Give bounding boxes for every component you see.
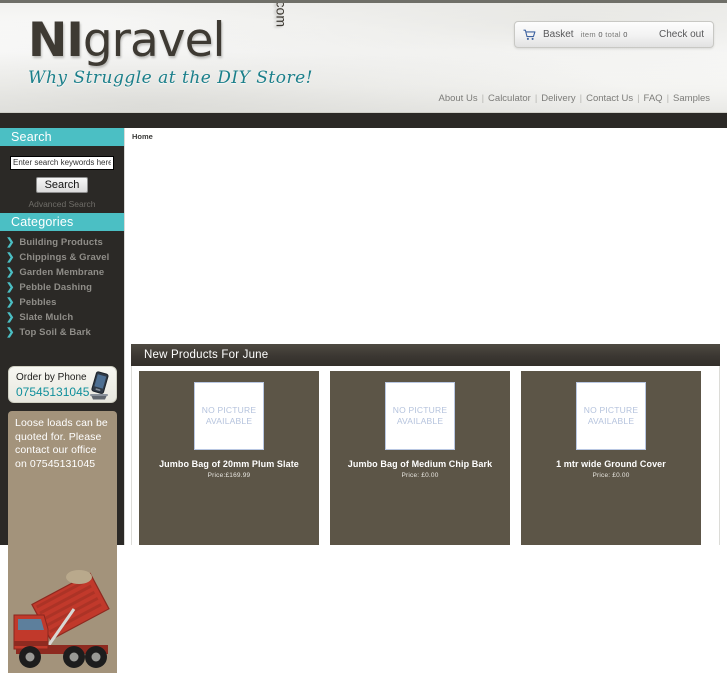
nav-link-calculator[interactable]: Calculator xyxy=(485,93,534,104)
sidebar-item-top-soil-bark[interactable]: ❯ Top Soil & Bark xyxy=(0,325,124,340)
sidebar-item-pebble-dashing[interactable]: ❯ Pebble Dashing xyxy=(0,280,124,295)
categories-panel: Categories ❯ Building Products ❯ Chippin… xyxy=(0,213,124,340)
order-by-phone-text: Order by Phone 07545131045 xyxy=(16,372,89,399)
logo-text-gravel: gravel xyxy=(82,13,226,68)
category-label[interactable]: Building Products xyxy=(19,237,103,248)
no-picture-line-2: AVAILABLE xyxy=(396,416,444,426)
product-card[interactable]: NO PICTURE AVAILABLE Jumbo Bag of Medium… xyxy=(330,371,510,545)
order-by-phone-number: 07545131045 xyxy=(16,385,90,399)
sidebar-item-pebbles[interactable]: ❯ Pebbles xyxy=(0,295,124,310)
loose-loads-text: Loose loads can be quoted for. Please co… xyxy=(15,417,108,470)
no-picture-placeholder: NO PICTURE AVAILABLE xyxy=(194,382,264,450)
search-panel-title: Search xyxy=(0,128,124,146)
logo-text-dotcom: .com xyxy=(273,0,289,27)
no-picture-line-1: NO PICTURE xyxy=(201,405,257,415)
nav-separator: | xyxy=(637,93,640,104)
categories-panel-title: Categories xyxy=(0,213,124,231)
basket-item-count: 0 xyxy=(598,30,603,39)
shopping-cart-icon xyxy=(523,29,536,41)
sidebar-item-slate-mulch[interactable]: ❯ Slate Mulch xyxy=(0,310,124,325)
basket-bar[interactable]: Basket item 0 total 0 Check out xyxy=(514,21,714,48)
chevron-right-icon: ❯ xyxy=(6,326,15,338)
no-picture-placeholder: NO PICTURE AVAILABLE xyxy=(385,382,455,450)
category-label[interactable]: Garden Membrane xyxy=(19,267,104,278)
new-products-title: New Products For June xyxy=(131,344,720,366)
basket-total-value: 0 xyxy=(623,30,628,39)
search-panel-body: Search Advanced Search xyxy=(0,146,124,217)
no-picture-line-2: AVAILABLE xyxy=(205,416,253,426)
product-price: Price: £0.00 xyxy=(401,472,439,479)
basket-label: Basket xyxy=(543,29,574,40)
search-panel: Search Search Advanced Search xyxy=(0,128,124,217)
page-root: NIgravel .com Why Struggle at the DIY St… xyxy=(0,0,727,673)
no-picture-line-1: NO PICTURE xyxy=(392,405,448,415)
no-picture-line-2: AVAILABLE xyxy=(587,416,635,426)
sidebar-item-chippings-gravel[interactable]: ❯ Chippings & Gravel xyxy=(0,250,124,265)
sidebar-item-building-products[interactable]: ❯ Building Products xyxy=(0,235,124,250)
product-price: Price: £0.00 xyxy=(592,472,630,479)
search-input[interactable] xyxy=(10,155,114,170)
product-link[interactable]: 1 mtr wide Ground Cover xyxy=(556,459,666,469)
nav-link-about-us[interactable]: About Us xyxy=(436,93,481,104)
product-price: Price:£169.99 xyxy=(207,472,251,479)
loose-loads-promo[interactable]: Loose loads can be quoted for. Please co… xyxy=(8,411,117,673)
sidebar: Search Search Advanced Search Categories… xyxy=(0,128,124,673)
site-header: NIgravel .com Why Struggle at the DIY St… xyxy=(0,0,727,113)
category-label[interactable]: Pebbles xyxy=(19,297,56,308)
chevron-right-icon: ❯ xyxy=(6,236,15,248)
basket-item-word: item xyxy=(580,30,596,39)
mobile-phone-icon xyxy=(87,371,111,401)
category-label[interactable]: Slate Mulch xyxy=(19,312,73,323)
breadcrumb: Home xyxy=(125,128,727,141)
category-label[interactable]: Top Soil & Bark xyxy=(19,327,91,338)
nav-link-delivery[interactable]: Delivery xyxy=(538,93,578,104)
advanced-search-link[interactable]: Advanced Search xyxy=(4,199,120,209)
checkout-link[interactable]: Check out xyxy=(659,29,704,40)
chevron-right-icon: ❯ xyxy=(6,266,15,278)
chevron-right-icon: ❯ xyxy=(6,251,15,263)
search-button[interactable]: Search xyxy=(35,177,89,193)
product-link[interactable]: Jumbo Bag of 20mm Plum Slate xyxy=(159,459,299,469)
no-picture-placeholder: NO PICTURE AVAILABLE xyxy=(576,382,646,450)
product-card[interactable]: NO PICTURE AVAILABLE Jumbo Bag of 20mm P… xyxy=(139,371,319,545)
product-name: 1 mtr wide Ground Cover xyxy=(521,459,701,469)
basket-total-word: total xyxy=(605,30,621,39)
nav-link-contact-us[interactable]: Contact Us xyxy=(583,93,636,104)
nav-link-samples[interactable]: Samples xyxy=(670,93,713,104)
header-dark-band xyxy=(0,113,727,128)
logo-wordmark: NIgravel .com xyxy=(28,3,318,64)
new-products-module: New Products For June NO PICTURE AVAILAB… xyxy=(131,344,720,545)
chevron-right-icon: ❯ xyxy=(6,311,15,323)
no-picture-line-1: NO PICTURE xyxy=(583,405,639,415)
chevron-right-icon: ❯ xyxy=(6,296,15,308)
main-content: Home New Products For June NO PICTURE AV… xyxy=(124,128,727,545)
category-label[interactable]: Chippings & Gravel xyxy=(19,252,109,263)
breadcrumb-home-link[interactable]: Home xyxy=(132,132,153,141)
category-label[interactable]: Pebble Dashing xyxy=(19,282,92,293)
basket-counts: item 0 total 0 xyxy=(581,30,628,39)
top-navigation: About Us | Calculator | Delivery | Contact Us |… xyxy=(436,93,714,104)
sidebar-item-garden-membrane[interactable]: ❯ Garden Membrane xyxy=(0,265,124,280)
categories-list: ❯ Building Products ❯ Chippings & Gravel… xyxy=(0,231,124,340)
product-name: Jumbo Bag of Medium Chip Bark xyxy=(330,459,510,469)
product-link[interactable]: Jumbo Bag of Medium Chip Bark xyxy=(348,459,492,469)
order-by-phone-box[interactable]: Order by Phone 07545131045 xyxy=(8,366,117,403)
new-products-grid: NO PICTURE AVAILABLE Jumbo Bag of 20mm P… xyxy=(131,366,720,545)
red-tipper-truck-image xyxy=(8,553,117,673)
chevron-right-icon: ❯ xyxy=(6,281,15,293)
product-card[interactable]: NO PICTURE AVAILABLE 1 mtr wide Ground C… xyxy=(521,371,701,545)
logo-tagline: Why Struggle at the DIY Store! xyxy=(28,68,313,88)
logo-text-ni: NI xyxy=(28,13,84,68)
order-by-phone-label: Order by Phone xyxy=(16,372,87,383)
product-name: Jumbo Bag of 20mm Plum Slate xyxy=(139,459,319,469)
site-logo[interactable]: NIgravel .com Why Struggle at the DIY St… xyxy=(28,3,318,107)
nav-link-faq[interactable]: FAQ xyxy=(641,93,666,104)
